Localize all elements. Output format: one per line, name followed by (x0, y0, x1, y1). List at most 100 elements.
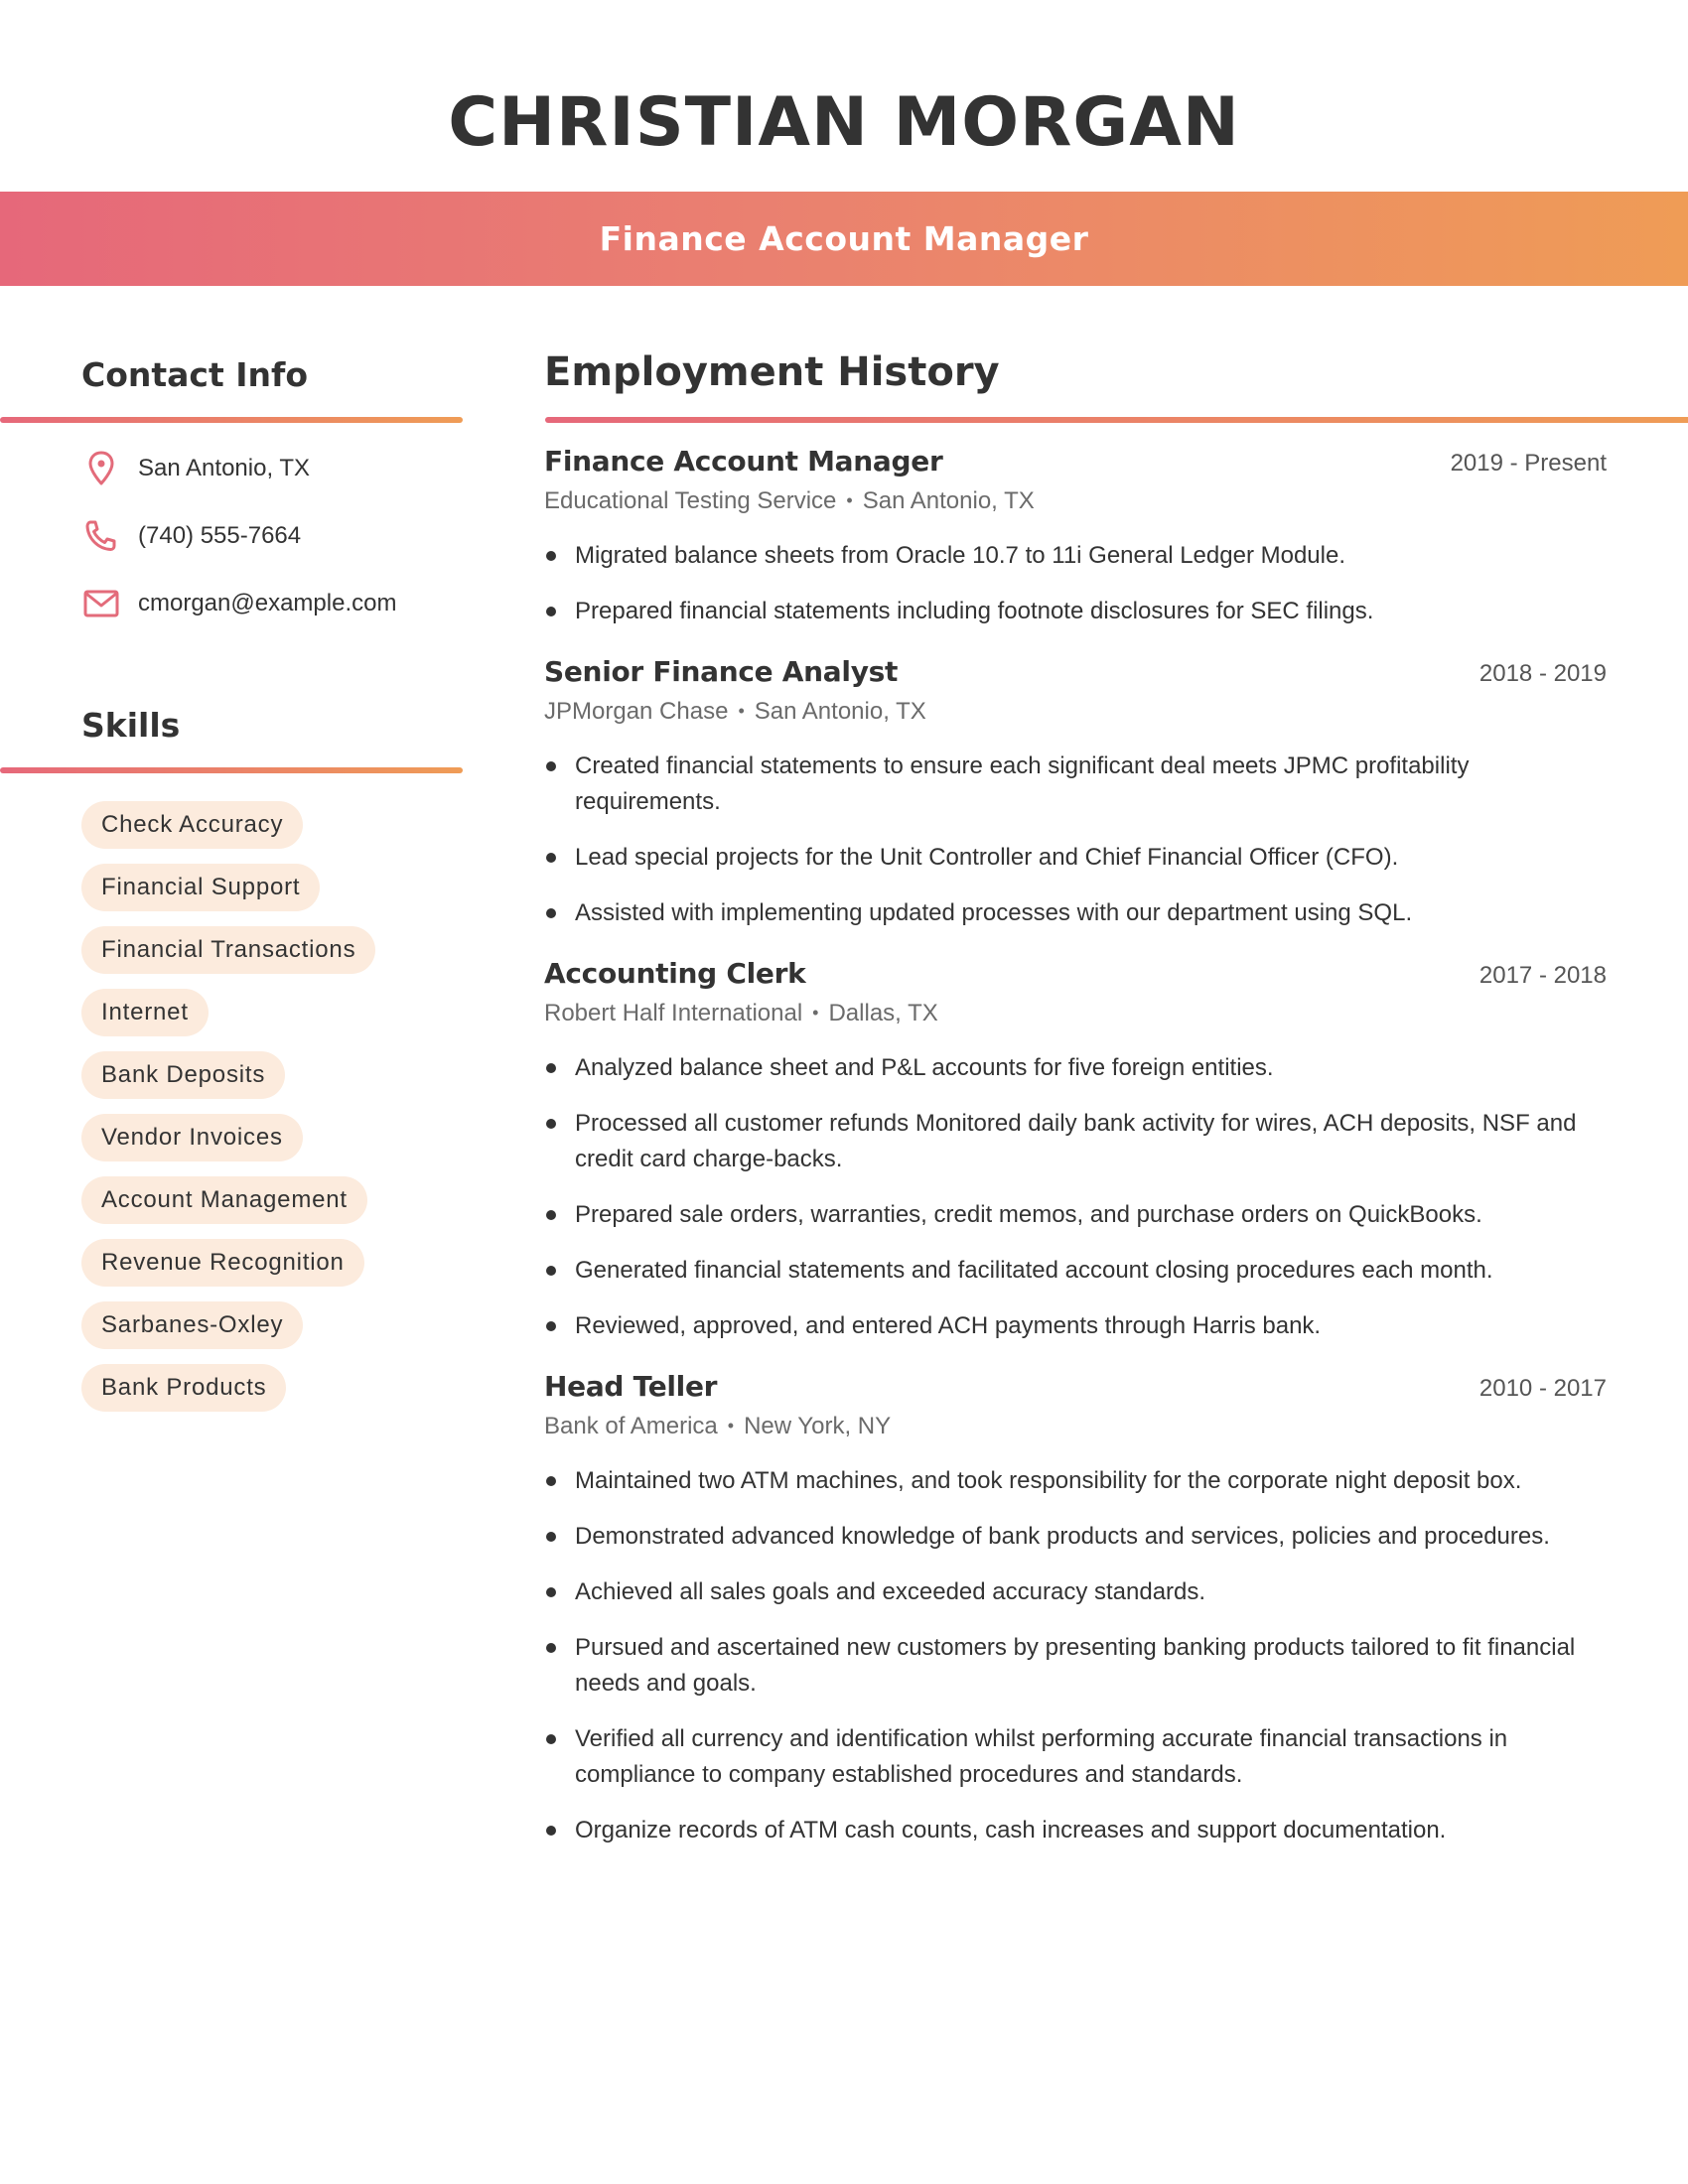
separator-dot: • (738, 701, 745, 721)
bullet-text: Prepared financial statements including … (575, 598, 1374, 624)
job-dates: 2019 - Present (1450, 450, 1607, 477)
job-bullet: Verified all currency and identification… (544, 1721, 1607, 1793)
skills-heading: Skills (81, 706, 181, 745)
bullet-dot-icon (546, 551, 556, 561)
bullet-text: Lead special projects for the Unit Contr… (575, 844, 1399, 871)
bullet-dot-icon (546, 1063, 556, 1073)
job-bullet: Created financial statements to ensure e… (544, 749, 1607, 820)
contact-email-text[interactable]: cmorgan@example.com (138, 590, 396, 617)
job-bullet: Prepared sale orders, warranties, credit… (544, 1197, 1607, 1233)
job-title: Head Teller (544, 1370, 718, 1403)
job-bullet: Organize records of ATM cash counts, cas… (544, 1813, 1607, 1848)
job-entry: Finance Account Manager 2019 - Present E… (544, 445, 1607, 629)
bullet-text: Demonstrated advanced knowledge of bank … (575, 1523, 1550, 1550)
bullet-text: Achieved all sales goals and exceeded ac… (575, 1578, 1206, 1605)
bullet-text: Reviewed, approved, and entered ACH paym… (575, 1312, 1322, 1339)
job-company-line: Educational Testing Service • San Antonio,… (544, 482, 1607, 518)
bullet-text: Maintained two ATM machines, and took re… (575, 1467, 1522, 1494)
contact-phone-text[interactable]: (740) 555-7664 (138, 522, 301, 550)
contact-location: San Antonio, TX (81, 447, 459, 490)
bullet-text: Analyzed balance sheet and P&L accounts … (575, 1054, 1274, 1081)
skill-pill: Account Management (81, 1176, 367, 1224)
job-company: JPMorgan Chase (544, 698, 729, 725)
job-company: Educational Testing Service (544, 487, 837, 514)
job-location: Dallas, TX (828, 1000, 938, 1026)
separator-dot: • (727, 1416, 735, 1435)
bullet-dot-icon (546, 1476, 556, 1486)
job-entry: Senior Finance Analyst 2018 - 2019 JPMor… (544, 655, 1607, 931)
job-location: San Antonio, TX (862, 487, 1035, 514)
job-bullets: Created financial statements to ensure e… (544, 749, 1607, 931)
job-bullet: Reviewed, approved, and entered ACH paym… (544, 1308, 1607, 1344)
bullet-dot-icon (546, 908, 556, 918)
skills-list: Check Accuracy Financial Support Financi… (81, 801, 479, 1427)
contact-info-heading: Contact Info (81, 355, 309, 394)
bullet-dot-icon (546, 1826, 556, 1836)
skill-pill: Vendor Invoices (81, 1114, 303, 1161)
bullet-dot-icon (546, 1321, 556, 1331)
title-banner: Finance Account Manager (0, 192, 1688, 286)
job-bullet: Prepared financial statements including … (544, 594, 1607, 629)
job-entry: Accounting Clerk 2017 - 2018 Robert Half… (544, 957, 1607, 1344)
skill-pill: Bank Deposits (81, 1051, 286, 1099)
job-dates: 2017 - 2018 (1478, 962, 1607, 989)
skill-pill: Financial Transactions (81, 926, 376, 974)
bullet-text: Created financial statements to ensure e… (575, 752, 1470, 815)
job-bullet: Lead special projects for the Unit Contr… (544, 840, 1607, 876)
employment-history-underline (545, 417, 1688, 423)
job-bullets: Maintained two ATM machines, and took re… (544, 1463, 1607, 1848)
job-entry: Head Teller 2010 - 2017 Bank of America •… (544, 1370, 1607, 1848)
bullet-dot-icon (546, 1734, 556, 1744)
job-bullet: Pursued and ascertained new customers by… (544, 1630, 1607, 1702)
skill-pill: Revenue Recognition (81, 1239, 364, 1287)
separator-dot: • (812, 1003, 819, 1023)
job-company: Bank of America (544, 1413, 718, 1439)
employment-history-heading: Employment History (544, 349, 1000, 395)
job-company-line: Bank of America • New York, NY (544, 1408, 1607, 1443)
job-title: Accounting Clerk (544, 957, 806, 990)
bullet-text: Generated financial statements and facil… (575, 1257, 1493, 1284)
bullet-dot-icon (546, 1643, 556, 1653)
job-bullets: Analyzed balance sheet and P&L accounts … (544, 1050, 1607, 1344)
job-dates: 2010 - 2017 (1478, 1375, 1607, 1402)
job-company-line: JPMorgan Chase • San Antonio, TX (544, 693, 1607, 729)
contact-location-text: San Antonio, TX (138, 455, 311, 481)
contact-info-underline (0, 417, 463, 423)
bullet-dot-icon (546, 1532, 556, 1542)
separator-dot: • (846, 490, 853, 510)
bullet-dot-icon (546, 1210, 556, 1220)
job-company: Robert Half International (544, 1000, 803, 1026)
bullet-dot-icon (546, 1266, 556, 1276)
job-bullets: Migrated balance sheets from Oracle 10.7… (544, 538, 1607, 629)
job-bullet: Maintained two ATM machines, and took re… (544, 1463, 1607, 1499)
bullet-dot-icon (546, 1587, 556, 1597)
skill-pill: Financial Support (81, 864, 321, 911)
mail-icon (81, 584, 121, 623)
job-bullet: Demonstrated advanced knowledge of bank … (544, 1519, 1607, 1555)
job-bullet: Achieved all sales goals and exceeded ac… (544, 1574, 1607, 1610)
bullet-text: Migrated balance sheets from Oracle 10.7… (575, 542, 1345, 569)
job-title: Finance Account Manager (544, 445, 943, 478)
phone-icon (81, 516, 121, 556)
job-bullet: Processed all customer refunds Monitored… (544, 1106, 1607, 1177)
skill-pill: Sarbanes-Oxley (81, 1301, 304, 1349)
bullet-dot-icon (546, 607, 556, 616)
map-pin-icon (81, 449, 121, 488)
job-company-line: Robert Half International • Dallas, TX (544, 995, 1607, 1030)
job-bullet: Generated financial statements and facil… (544, 1253, 1607, 1289)
job-bullet: Analyzed balance sheet and P&L accounts … (544, 1050, 1607, 1086)
contact-email: cmorgan@example.com (81, 582, 459, 625)
job-location: San Antonio, TX (754, 698, 926, 725)
skills-underline (0, 767, 463, 773)
skill-pill: Internet (81, 989, 209, 1036)
contact-list: San Antonio, TX (740) 555-7664 cmorgan@e… (81, 447, 459, 649)
bullet-text: Processed all customer refunds Monitored… (575, 1110, 1577, 1172)
bullet-text: Organize records of ATM cash counts, cas… (575, 1817, 1447, 1843)
skill-pill: Check Accuracy (81, 801, 304, 849)
bullet-text: Prepared sale orders, warranties, credit… (575, 1201, 1482, 1228)
skill-pill: Bank Products (81, 1364, 287, 1412)
job-bullet: Migrated balance sheets from Oracle 10.7… (544, 538, 1607, 574)
job-dates: 2018 - 2019 (1478, 660, 1607, 687)
employment-list: Finance Account Manager 2019 - Present E… (544, 445, 1607, 1874)
contact-phone: (740) 555-7664 (81, 514, 459, 558)
